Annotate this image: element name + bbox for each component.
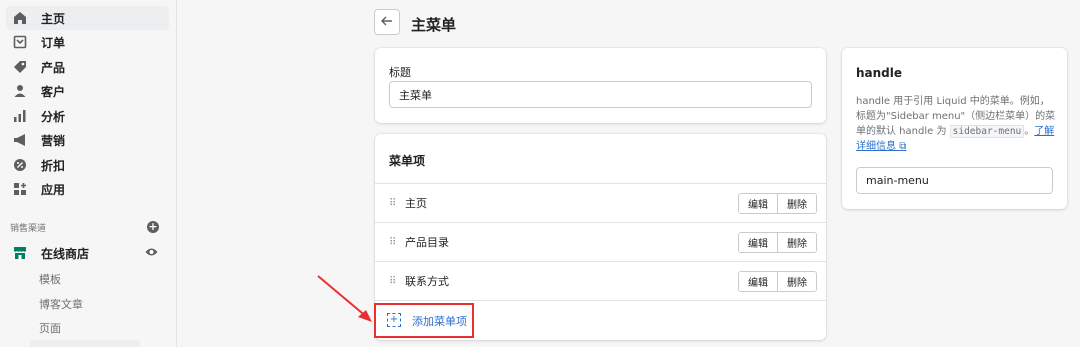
handle-title: handle xyxy=(856,66,903,80)
add-menu-item-button[interactable]: + 添加菜单项 xyxy=(374,300,826,340)
megaphone-icon xyxy=(12,132,28,148)
menu-item-label: 产品目录 xyxy=(405,236,449,249)
sidebar-item-discounts[interactable]: 折扣 xyxy=(6,153,169,177)
discount-icon xyxy=(12,157,28,173)
back-button[interactable] xyxy=(374,9,400,35)
sidebar-item-label: 主页 xyxy=(41,11,66,26)
sidebar-item-customers[interactable]: 客户 xyxy=(6,79,169,103)
sidebar: 主页 订单 产品 客户 分析 营销 折扣 应用 销售渠道 + 在线商店 模板 博… xyxy=(0,0,177,347)
drag-handle-icon[interactable]: ⠿ xyxy=(389,237,396,248)
handle-card: handle handle 用于引用 Liquid 中的菜单。例如，标题为"Si… xyxy=(842,48,1067,209)
handle-code-sample: sidebar-menu xyxy=(949,125,1025,138)
sidebar-item-label: 营销 xyxy=(41,133,66,148)
menu-item-row[interactable]: ⠿ 联系方式 编辑 删除 xyxy=(375,261,826,300)
sidebar-item-label: 产品 xyxy=(41,60,66,75)
eye-icon[interactable] xyxy=(145,246,158,260)
sidebar-item-label: 客户 xyxy=(41,84,66,99)
sidebar-item-products[interactable]: 产品 xyxy=(6,55,169,79)
external-link-icon: ⧉ xyxy=(899,141,907,152)
drag-handle-icon[interactable]: ⠿ xyxy=(389,276,396,287)
annotation-arrow-icon xyxy=(317,275,372,322)
edit-button[interactable]: 编辑 xyxy=(739,232,777,252)
person-icon xyxy=(12,83,28,99)
title-card: 标题 主菜单 xyxy=(375,48,826,123)
handle-description: handle 用于引用 Liquid 中的菜单。例如，标题为"Sidebar m… xyxy=(856,94,1056,154)
add-menu-item-label: 添加菜单项 xyxy=(412,315,467,328)
edit-button[interactable]: 编辑 xyxy=(739,193,777,213)
handle-desc-text: 。 xyxy=(1024,126,1035,137)
delete-button[interactable]: 删除 xyxy=(777,232,816,252)
edit-button[interactable]: 编辑 xyxy=(739,271,777,291)
title-input[interactable]: 主菜单 xyxy=(389,81,812,108)
apps-icon xyxy=(12,181,28,197)
row-actions: 编辑 删除 xyxy=(738,270,817,292)
page-title: 主菜单 xyxy=(411,16,457,34)
title-input-value: 主菜单 xyxy=(399,88,432,102)
sales-channels-title: 销售渠道 xyxy=(10,224,47,234)
drag-handle-icon[interactable]: ⠿ xyxy=(389,198,396,209)
arrow-left-icon xyxy=(381,15,393,29)
sidebar-item-orders[interactable]: 订单 xyxy=(6,30,169,54)
title-field-label: 标题 xyxy=(389,66,411,79)
sidebar-item-apps[interactable]: 应用 xyxy=(6,177,169,201)
orders-icon xyxy=(12,34,28,50)
sidebar-subitem-blog-posts[interactable]: 博客文章 xyxy=(39,296,83,312)
menu-items-title: 菜单项 xyxy=(389,154,426,168)
sidebar-item-label: 折扣 xyxy=(41,158,66,173)
sidebar-subitem-pages[interactable]: 页面 xyxy=(39,320,61,336)
sidebar-item-analytics[interactable]: 分析 xyxy=(6,104,169,128)
sidebar-item-home[interactable]: 主页 xyxy=(6,6,169,30)
store-icon xyxy=(12,245,28,261)
menu-item-label: 主页 xyxy=(405,197,427,210)
handle-input-value: main-menu xyxy=(866,174,929,187)
delete-button[interactable]: 删除 xyxy=(777,271,816,291)
menu-items-card: 菜单项 ⠿ 主页 编辑 删除 ⠿ 产品目录 编辑 删除 ⠿ 联系方式 编辑 删除… xyxy=(374,134,826,340)
menu-item-row[interactable]: ⠿ 主页 编辑 删除 xyxy=(375,183,826,222)
add-sales-channel-icon[interactable]: + xyxy=(147,221,159,233)
row-actions: 编辑 删除 xyxy=(738,231,817,253)
sidebar-item-marketing[interactable]: 营销 xyxy=(6,128,169,152)
sidebar-item-label: 应用 xyxy=(41,182,66,197)
menu-item-label: 联系方式 xyxy=(405,275,449,288)
home-icon xyxy=(12,10,28,26)
sidebar-item-label: 在线商店 xyxy=(41,246,90,261)
add-icon: + xyxy=(387,313,401,327)
sidebar-item-label: 订单 xyxy=(41,35,66,50)
bar-chart-icon xyxy=(12,108,28,124)
menu-item-row[interactable]: ⠿ 产品目录 编辑 删除 xyxy=(375,222,826,261)
sidebar-subitem-navigation[interactable] xyxy=(30,340,140,347)
delete-button[interactable]: 删除 xyxy=(777,193,816,213)
tag-icon xyxy=(12,59,28,75)
sidebar-item-label: 分析 xyxy=(41,109,66,124)
sidebar-subitem-themes[interactable]: 模板 xyxy=(39,271,61,287)
row-actions: 编辑 删除 xyxy=(738,192,817,214)
handle-input[interactable]: main-menu xyxy=(856,167,1053,194)
